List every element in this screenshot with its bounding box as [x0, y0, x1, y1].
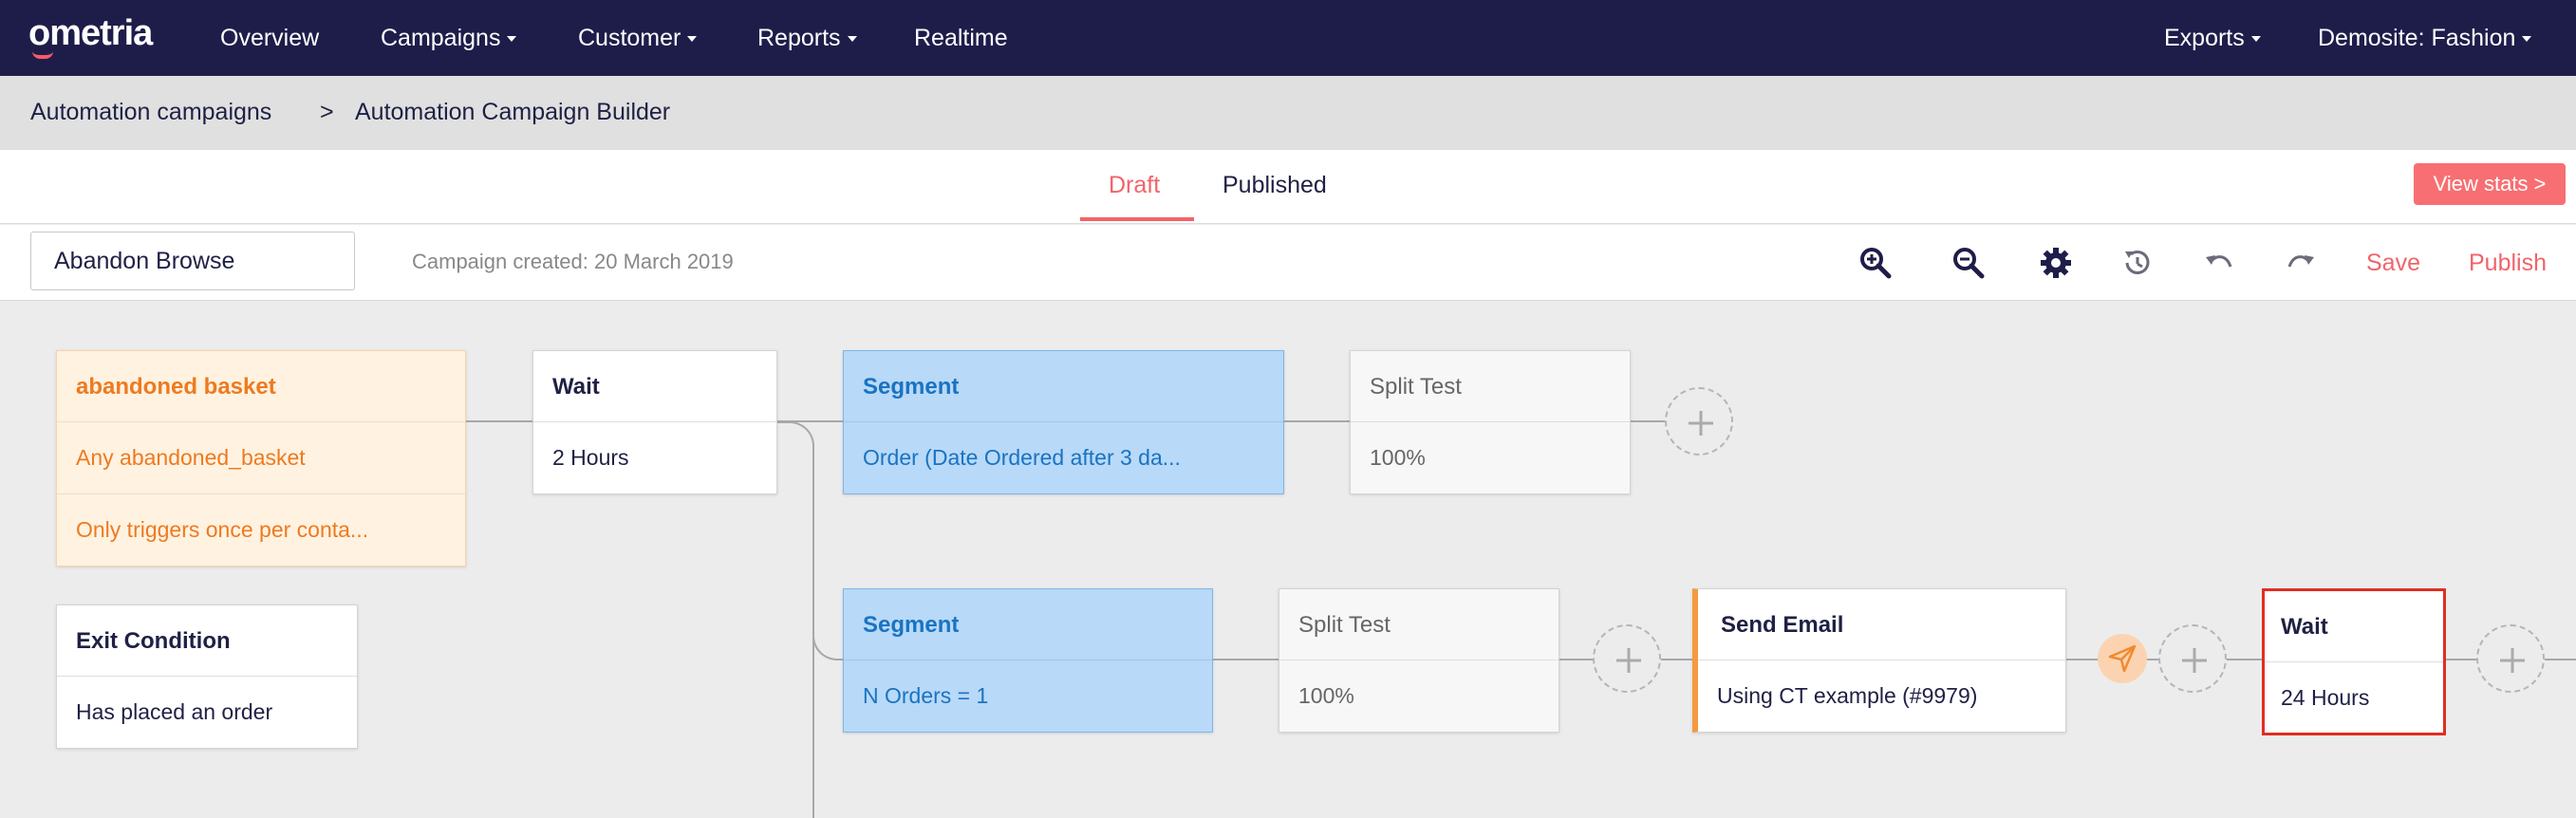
undo-icon[interactable] [2200, 244, 2238, 282]
segment-rule: Order (Date Ordered after 3 da... [863, 445, 1181, 470]
add-step-button[interactable] [1665, 387, 1733, 455]
builder-toolbar: Abandon Browse Campaign created: 20 Marc… [0, 225, 2576, 301]
exit-condition-title: Exit Condition [57, 605, 357, 677]
gear-icon[interactable] [2037, 244, 2075, 282]
save-button[interactable]: Save [2366, 250, 2420, 277]
top-navigation: ometria Overview Campaigns Customer Repo… [0, 0, 2576, 76]
add-step-button[interactable] [2158, 624, 2227, 693]
redo-icon[interactable] [2282, 244, 2320, 282]
breadcrumb: Automation campaigns > Automation Campai… [0, 76, 2576, 150]
wait-duration: 2 Hours [552, 445, 629, 470]
view-stats-button[interactable]: View stats > [2414, 163, 2566, 205]
send-email-card[interactable]: Send Email Using CT example (#9979) [1692, 588, 2066, 733]
exit-condition-value: Has placed an order [76, 699, 273, 724]
nav-realtime[interactable]: Realtime [914, 25, 1008, 52]
campaign-created-date: Campaign created: 20 March 2019 [412, 250, 734, 273]
caret-down-icon [847, 36, 857, 43]
connector-vertical [812, 482, 814, 818]
plus-icon [2500, 648, 2525, 673]
send-icon [2098, 634, 2147, 683]
trigger-title: abandoned basket [57, 351, 465, 422]
nav-reports-label: Reports [757, 25, 841, 51]
publish-button[interactable]: Publish [2469, 250, 2547, 277]
plus-icon [1616, 648, 1641, 673]
nav-customer-label: Customer [578, 25, 681, 51]
add-step-button[interactable] [2476, 624, 2545, 693]
split-test-value: 100% [1298, 683, 1354, 708]
trigger-card[interactable]: abandoned basket Any abandoned_basket On… [56, 350, 466, 567]
active-tab-indicator [1080, 217, 1194, 221]
trigger-frequency: Only triggers once per conta... [57, 493, 465, 565]
caret-down-icon [2522, 36, 2532, 43]
segment-card[interactable]: Segment N Orders = 1 [843, 588, 1213, 733]
connector [465, 420, 532, 422]
breadcrumb-separator: > [320, 99, 334, 125]
add-step-button[interactable] [1593, 624, 1661, 693]
tab-draft[interactable]: Draft [1109, 172, 1160, 199]
split-test-card[interactable]: Split Test 100% [1350, 350, 1631, 494]
tabs-bar: Draft Published View stats > [0, 150, 2576, 224]
send-email-title: Send Email [1698, 589, 2065, 660]
wait-title: Wait [533, 351, 776, 422]
wait-card-selected[interactable]: Wait 24 Hours [2262, 588, 2446, 735]
connector [1630, 420, 1667, 422]
caret-down-icon [507, 36, 517, 43]
ometria-logo[interactable]: ometria [28, 13, 153, 54]
nav-overview-label: Overview [220, 25, 320, 51]
logo-mark [32, 51, 53, 59]
breadcrumb-current: Automation Campaign Builder [355, 99, 671, 125]
segment-title: Segment [844, 351, 1283, 422]
trigger-event: Any abandoned_basket [76, 445, 306, 470]
tab-published[interactable]: Published [1223, 172, 1327, 199]
nav-campaigns[interactable]: Campaigns [381, 25, 517, 52]
split-test-card[interactable]: Split Test 100% [1279, 588, 1559, 733]
segment-card[interactable]: Segment Order (Date Ordered after 3 da..… [843, 350, 1284, 494]
plus-icon [1689, 411, 1713, 436]
connector-branch [776, 421, 814, 482]
split-test-title: Split Test [1351, 351, 1630, 422]
send-email-template: Using CT example (#9979) [1717, 683, 1978, 708]
campaign-canvas[interactable]: abandoned basket Any abandoned_basket On… [0, 302, 2576, 818]
site-selector-label: Demosite: Fashion [2318, 25, 2516, 51]
connector [1283, 420, 1350, 422]
campaign-name-input[interactable]: Abandon Browse [30, 232, 355, 290]
zoom-out-icon[interactable] [1950, 244, 1988, 282]
nav-realtime-label: Realtime [914, 25, 1008, 51]
exit-condition-card[interactable]: Exit Condition Has placed an order [56, 604, 358, 749]
caret-down-icon [687, 36, 698, 43]
caret-down-icon [2250, 36, 2261, 43]
nav-customer[interactable]: Customer [578, 25, 698, 52]
nav-overview[interactable]: Overview [220, 25, 319, 52]
segment-title: Segment [844, 589, 1212, 660]
nav-exports-label: Exports [2164, 25, 2245, 51]
split-test-title: Split Test [1279, 589, 1559, 660]
breadcrumb-automation-campaigns[interactable]: Automation campaigns [30, 99, 271, 126]
wait-card[interactable]: Wait 2 Hours [532, 350, 777, 494]
split-test-value: 100% [1370, 445, 1426, 470]
nav-reports[interactable]: Reports [757, 25, 857, 52]
connector-branch [812, 611, 845, 660]
history-icon[interactable] [2119, 244, 2156, 282]
zoom-in-icon[interactable] [1857, 244, 1895, 282]
site-selector[interactable]: Demosite: Fashion [2318, 25, 2532, 52]
wait-duration: 24 Hours [2281, 685, 2370, 710]
wait-title: Wait [2265, 591, 2443, 662]
segment-rule: N Orders = 1 [863, 683, 989, 708]
nav-campaigns-label: Campaigns [381, 25, 501, 51]
plus-icon [2182, 648, 2207, 673]
nav-exports[interactable]: Exports [2164, 25, 2261, 52]
